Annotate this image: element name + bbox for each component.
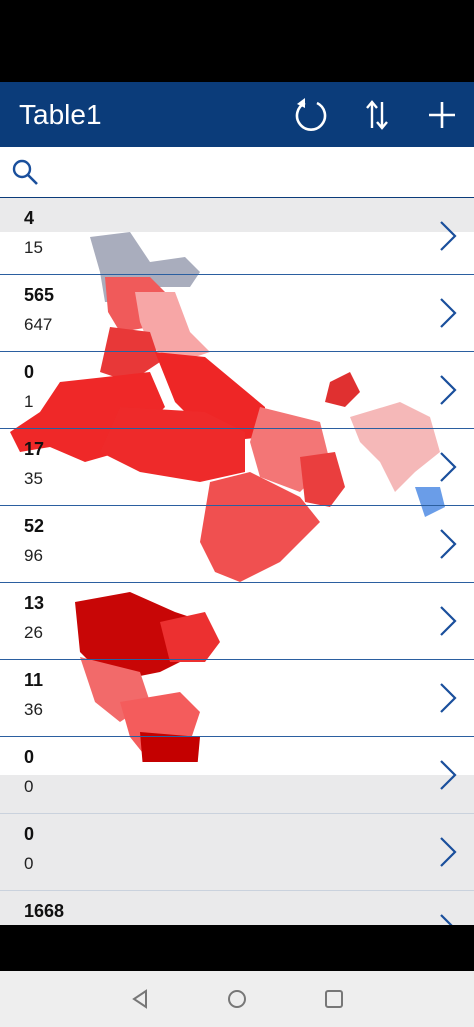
row-title: 1668 [24, 901, 65, 921]
search-input[interactable] [50, 155, 464, 191]
list-item[interactable]: 0 0 [0, 814, 474, 891]
row-subtitle: 647 [24, 315, 53, 334]
row-band [0, 814, 474, 891]
row-subtitle: 36 [24, 700, 43, 719]
search-bar [0, 147, 474, 198]
row-subtitle: 0 [24, 777, 34, 796]
row-title: 13 [24, 593, 45, 613]
chevron-right-icon[interactable] [436, 526, 460, 562]
list-item[interactable]: 0 0 [0, 737, 474, 814]
back-icon[interactable] [128, 987, 152, 1011]
chevron-right-icon[interactable] [436, 680, 460, 716]
row-subtitle: 26 [24, 623, 43, 642]
home-icon[interactable] [225, 987, 249, 1011]
refresh-icon[interactable] [291, 96, 331, 134]
list-item[interactable]: 11 36 [0, 660, 474, 737]
chevron-right-icon[interactable] [436, 757, 460, 793]
list-item[interactable]: 4 15 [0, 198, 474, 275]
app-screen: Table1 4 15 565 647 0 1 17 35 52 96 13 2… [0, 82, 474, 925]
chevron-right-icon[interactable] [436, 295, 460, 331]
row-subtitle: 96 [24, 546, 43, 565]
row-band [0, 198, 474, 232]
row-title: 17 [24, 439, 45, 459]
row-band [0, 891, 474, 925]
row-title: 11 [24, 670, 44, 690]
chevron-right-icon[interactable] [436, 372, 460, 408]
list-item[interactable]: 1668 [0, 891, 474, 925]
row-subtitle: 15 [24, 238, 43, 257]
record-list: 4 15 565 647 0 1 17 35 52 96 13 26 11 36… [0, 198, 474, 925]
row-subtitle: 35 [24, 469, 43, 488]
list-item[interactable]: 52 96 [0, 506, 474, 583]
add-icon[interactable] [422, 96, 462, 134]
row-title: 0 [24, 824, 35, 844]
row-title: 52 [24, 516, 45, 536]
row-title: 4 [24, 208, 35, 228]
app-header: Table1 [0, 82, 474, 147]
chevron-right-icon[interactable] [436, 603, 460, 639]
search-icon[interactable] [10, 157, 40, 187]
row-band [0, 775, 474, 814]
chevron-right-icon[interactable] [436, 911, 460, 925]
chevron-right-icon[interactable] [436, 449, 460, 485]
row-title: 0 [24, 362, 35, 382]
list-item[interactable]: 565 647 [0, 275, 474, 352]
list-item[interactable]: 13 26 [0, 583, 474, 660]
chevron-right-icon[interactable] [436, 218, 460, 254]
recents-icon[interactable] [322, 987, 346, 1011]
row-subtitle: 0 [24, 854, 34, 873]
sort-icon[interactable] [357, 96, 397, 134]
row-title: 0 [24, 747, 35, 767]
row-subtitle: 1 [24, 392, 34, 411]
chevron-right-icon[interactable] [436, 834, 460, 870]
page-title: Table1 [19, 99, 102, 130]
row-title: 565 [24, 285, 55, 305]
status-bar [0, 0, 474, 82]
list-item[interactable]: 0 1 [0, 352, 474, 429]
system-nav-bar [0, 971, 474, 1027]
list-item[interactable]: 17 35 [0, 429, 474, 506]
